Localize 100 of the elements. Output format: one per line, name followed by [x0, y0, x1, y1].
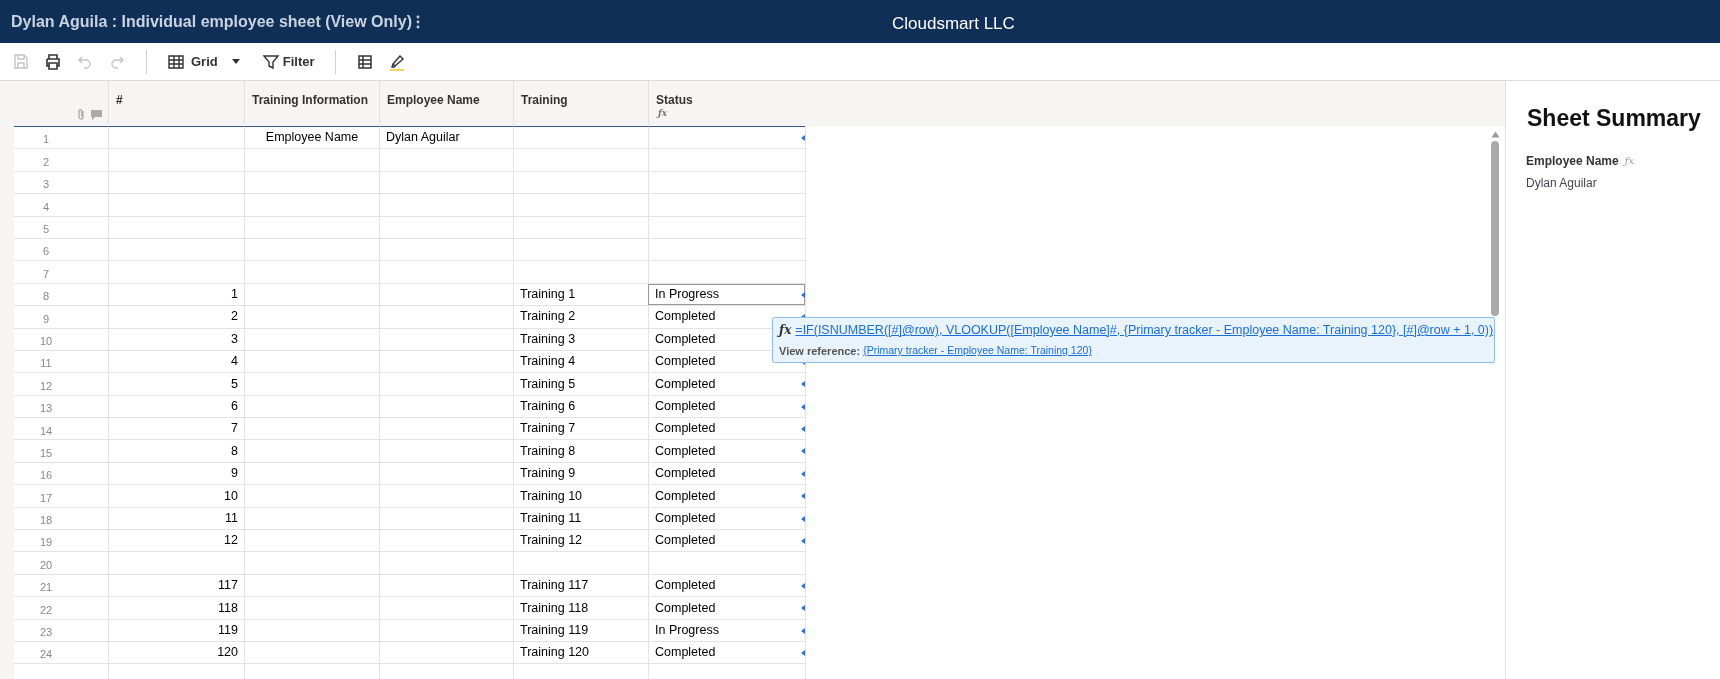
- table-cell-text: Training 3: [520, 330, 576, 348]
- row-number: 2: [41, 154, 51, 170]
- caret-icon: [231, 59, 240, 64]
- row-number: 16: [38, 468, 54, 484]
- row-number: 24: [38, 647, 54, 663]
- panel-title: Sheet Summary: [1527, 104, 1702, 133]
- table-cell-text: In Progress: [655, 621, 719, 639]
- table-cell-text: 120: [217, 644, 238, 662]
- row-number: 18: [38, 513, 54, 529]
- column-header[interactable]: Training: [513, 81, 648, 127]
- table-cell-text: 1: [231, 286, 238, 304]
- row-number: 1: [41, 132, 51, 148]
- table-cell-text: Completed: [655, 398, 716, 415]
- table-cell-text: Completed: [655, 487, 716, 505]
- table-cell-text: Training 118: [520, 599, 589, 617]
- filter-icon: [261, 52, 280, 71]
- row-number: 4: [41, 199, 51, 215]
- table-cell-text: Dylan Aguilar: [386, 129, 460, 147]
- selected-cell[interactable]: In Progress: [648, 283, 805, 306]
- comment-icon: [91, 110, 102, 120]
- row-number: 23: [38, 625, 54, 641]
- table-cell-text: Completed: [655, 465, 716, 483]
- table-cell-text: 4: [231, 353, 238, 371]
- cell-value: In Progress: [655, 286, 719, 304]
- row-number: 9: [41, 311, 51, 327]
- function-icon: ƒx: [658, 107, 668, 121]
- table-cell-text: Training 12: [520, 532, 583, 550]
- table-cell-text: Training 9: [520, 465, 576, 483]
- row-number: 12: [38, 378, 54, 394]
- table-cell-text: Completed: [655, 644, 716, 662]
- reference-link[interactable]: {Primary tracker - Employee Name: Training 120}: [863, 343, 1092, 359]
- more-icon[interactable]: [416, 14, 420, 29]
- table-cell-text: 11: [225, 509, 238, 527]
- table-cell-text: Training 11: [520, 509, 582, 527]
- field-value: Dylan Aguilar: [1526, 174, 1598, 192]
- function-icon: ƒx: [779, 321, 792, 340]
- view-dropdown[interactable]: Grid: [161, 46, 246, 77]
- row-number: 13: [38, 401, 54, 417]
- table-cell-text: 7: [231, 420, 238, 438]
- formula-link[interactable]: =IF(ISNUMBER([#]@row), VLOOKUP([Employee Name]#, {Primary tracker - Employee Name: Training 120}, [#]@row + 1, 0)): [795, 321, 1494, 340]
- table-cell-text: Completed: [655, 330, 716, 348]
- table-cell-text: 6: [231, 398, 238, 415]
- table-cell-text: Training 5: [520, 375, 576, 393]
- table-cell-text: Training 7: [520, 420, 576, 438]
- column-header[interactable]: Status ƒx: [648, 81, 805, 127]
- row-number: 5: [41, 222, 51, 237]
- row-number: 19: [38, 535, 54, 551]
- reference-label: View reference:: [779, 343, 861, 359]
- row-number: 20: [38, 557, 54, 573]
- company-name: Cloudsmart LLC: [892, 13, 1015, 35]
- table-cell-text: Training 117: [520, 577, 589, 595]
- table-cell-text: Training 4: [520, 353, 576, 371]
- table-cell-text: Training 10: [520, 487, 583, 505]
- table-cell-text: Completed: [655, 599, 716, 617]
- row-number: 3: [41, 177, 51, 193]
- row-number: 22: [38, 602, 54, 618]
- table-cell-text: 119: [218, 621, 238, 639]
- table-cell-text: 3: [231, 330, 238, 348]
- row-number: 15: [38, 445, 54, 461]
- table-cell-text: Training 1: [520, 286, 576, 304]
- row-number: 6: [41, 244, 51, 260]
- table-cell-text: Training 119: [520, 621, 589, 639]
- table-cell-text: 9: [231, 465, 238, 483]
- table-cell-text: 10: [224, 487, 238, 505]
- table-cell-text: 12: [224, 532, 238, 550]
- table-cell-text: Completed: [655, 353, 716, 371]
- table-cell-text: 117: [218, 577, 238, 595]
- row-number: 10: [38, 333, 54, 349]
- row-number: 7: [41, 266, 51, 282]
- table-cell-text: 118: [218, 599, 238, 617]
- table-cell-text: Completed: [655, 532, 716, 550]
- row-number: 21: [38, 580, 54, 596]
- table-cell-text: Completed: [655, 308, 716, 326]
- table-cell-text: Completed: [655, 420, 716, 438]
- table-cell-text: Training 8: [520, 442, 576, 460]
- column-header[interactable]: #: [108, 81, 244, 127]
- table-cell-text: Training 6: [520, 398, 576, 415]
- row-number: 14: [38, 423, 54, 439]
- column-header[interactable]: Employee Name: [379, 81, 513, 127]
- attachment-icon: [77, 108, 86, 120]
- table-cell-text: 8: [231, 442, 238, 460]
- table-cell-text: Completed: [655, 442, 716, 460]
- row-number: 8: [41, 289, 51, 305]
- filter-button[interactable]: Filter: [255, 46, 321, 77]
- column-header[interactable]: Training Information: [244, 81, 379, 127]
- scroll-up-icon[interactable]: [1490, 131, 1500, 138]
- sheet-title: Dylan Aguila : Individual employee sheet (View Only): [11, 11, 412, 32]
- table-cell-text: Completed: [655, 577, 716, 595]
- function-icon: ƒx: [1624, 153, 1635, 168]
- table-cell-text: 2: [231, 308, 238, 326]
- scrollbar-thumb[interactable]: [1491, 141, 1499, 316]
- grid-icon: [167, 52, 185, 71]
- table-cell-text: Employee Name: [265, 129, 359, 147]
- table-cell-text: 5: [231, 375, 238, 393]
- table-cell-text: Completed: [655, 375, 716, 393]
- table-cell-text: Training 2: [520, 308, 576, 326]
- row-number: 17: [38, 490, 54, 506]
- field-label: Employee Name: [1526, 152, 1619, 170]
- row-number: 11: [39, 356, 53, 372]
- table-cell-text: Training 120: [520, 644, 590, 662]
